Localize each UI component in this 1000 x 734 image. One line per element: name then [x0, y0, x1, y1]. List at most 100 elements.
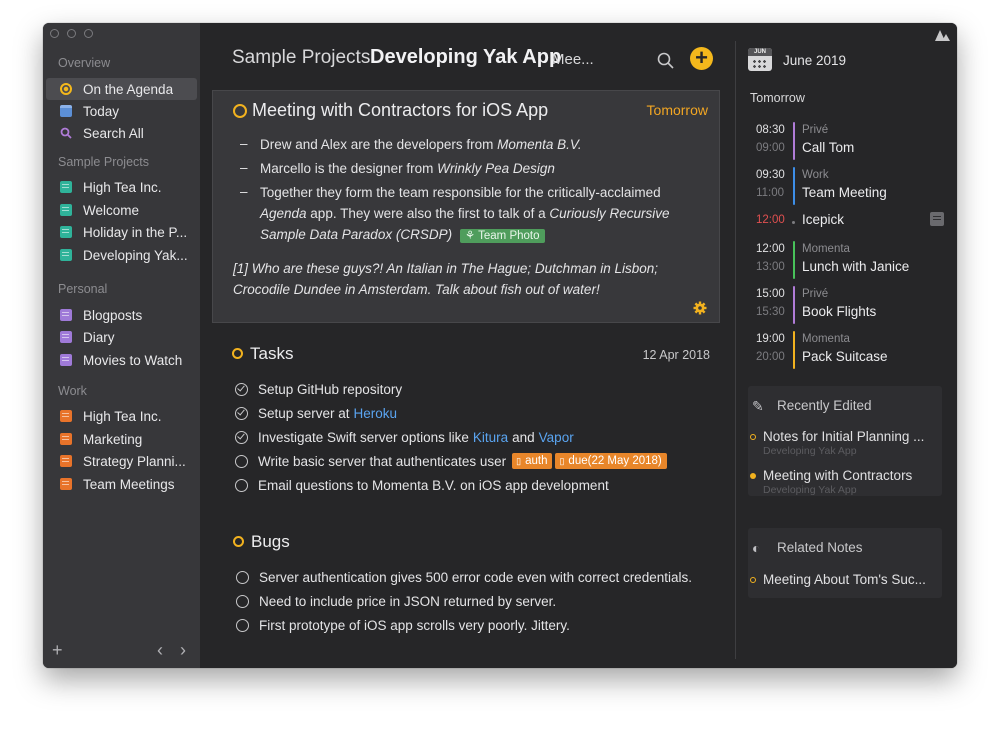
breadcrumb-project[interactable]: Sample Projects	[232, 47, 370, 69]
sidebar-item-label: On the Agenda	[83, 81, 174, 97]
recent-note-subtitle: Developing Yak App	[763, 445, 857, 457]
notebook-icon	[60, 181, 72, 193]
breadcrumb-more[interactable]: Mee...	[552, 51, 594, 68]
note-status-icon[interactable]	[233, 104, 247, 118]
sidebar-item-label: Diary	[83, 329, 115, 345]
search-icon[interactable]	[656, 51, 676, 71]
task-checkbox[interactable]	[236, 594, 249, 608]
task-item: Setup server at Heroku	[235, 403, 401, 423]
sidebar-item-diary[interactable]: Diary	[46, 326, 197, 348]
close-window-button[interactable]	[50, 29, 59, 38]
sidebar-section-personal: Personal	[58, 282, 108, 296]
notebook-icon	[60, 204, 72, 216]
page-title: Developing Yak App	[370, 46, 562, 68]
task-item: Email questions to Momenta B.V. on iOS a…	[235, 475, 609, 495]
notebook-icon	[60, 455, 72, 467]
gear-icon[interactable]	[693, 301, 707, 315]
sidebar-item-label: Team Meetings	[83, 476, 175, 492]
notebook-icon	[60, 309, 72, 321]
vapor-link[interactable]: Vapor	[539, 430, 574, 445]
task-checkbox[interactable]	[236, 618, 249, 632]
search-icon	[60, 127, 72, 139]
sidebar-item-blogposts[interactable]: Blogposts	[46, 304, 197, 326]
forward-icon[interactable]: ›	[180, 640, 186, 661]
tasks-date[interactable]: 12 Apr 2018	[643, 348, 710, 362]
sidebar-item-holiday[interactable]: Holiday in the P...	[46, 221, 197, 243]
task-checkbox[interactable]	[236, 570, 249, 584]
bugs-status-icon[interactable]	[233, 536, 244, 547]
sidebar-item-team-meetings[interactable]: Team Meetings	[46, 473, 197, 495]
agenda-icon	[60, 83, 72, 95]
agenda-panel: JUN June 2019 Tomorrow 08:30 09:00 Privé…	[736, 23, 957, 668]
task-checkbox[interactable]	[235, 382, 248, 396]
task-item: Investigate Swift server options like Kit…	[235, 427, 578, 447]
task-checkbox[interactable]	[235, 478, 248, 492]
sidebar-item-label: Marketing	[83, 431, 143, 447]
sidebar-item-welcome[interactable]: Welcome	[46, 199, 197, 221]
task-checkbox[interactable]	[235, 406, 248, 420]
kitura-link[interactable]: Kitura	[473, 430, 508, 445]
agenda-event[interactable]: 15:00 15:30 Privé Book Flights	[736, 284, 957, 324]
edit-icon: ✎	[752, 398, 764, 414]
team-photo-attachment[interactable]: ⚘ Team Photo	[459, 229, 545, 243]
sidebar-section-sample-projects: Sample Projects	[58, 155, 150, 169]
agenda-event[interactable]: 12:00 Icepick	[736, 209, 957, 233]
agenda-event[interactable]: 12:00 13:00 Momenta Lunch with Janice	[736, 239, 957, 279]
calendar-icon[interactable]: JUN	[748, 48, 772, 71]
bullet-marker: –	[240, 136, 248, 151]
sidebar-item-developing-yak[interactable]: Developing Yak...	[46, 244, 197, 266]
tag-auth[interactable]: ▯ auth	[512, 453, 553, 469]
sidebar-item-work-high-tea[interactable]: High Tea Inc.	[46, 405, 197, 427]
notebook-icon	[60, 226, 72, 238]
sidebar-item-strategy[interactable]: Strategy Planni...	[46, 450, 197, 472]
sidebar-section-overview: Overview	[58, 56, 111, 70]
agenda-event[interactable]: 19:00 20:00 Momenta Pack Suitcase	[736, 329, 957, 369]
task-checkbox[interactable]	[235, 430, 248, 444]
sidebar-item-search-all[interactable]: Search All	[46, 122, 197, 144]
agenda-event[interactable]: 08:30 09:00 Privé Call Tom	[736, 120, 957, 160]
bullet-text: Marcello is the designer from Wrinkly Pe…	[260, 161, 555, 176]
bullet-text: Together they form the team responsible …	[260, 185, 670, 243]
notebook-icon	[60, 249, 72, 261]
sidebar-item-high-tea[interactable]: High Tea Inc.	[46, 176, 197, 198]
bullet-marker: –	[240, 160, 248, 175]
sidebar-item-movies[interactable]: Movies to Watch	[46, 349, 197, 371]
notebook-icon	[60, 331, 72, 343]
heroku-link[interactable]: Heroku	[354, 406, 398, 421]
note-icon[interactable]	[930, 212, 944, 226]
sidebar-item-on-the-agenda[interactable]: On the Agenda	[46, 78, 197, 100]
sidebar-section-work: Work	[58, 384, 87, 398]
main-content: Sample Projects Developing Yak App Mee..…	[200, 23, 735, 668]
bug-item: Need to include price in JSON returned b…	[236, 591, 556, 611]
related-notes-panel: ◐ Related Notes Meeting About Tom's Suc.…	[748, 528, 942, 598]
notebook-icon	[60, 410, 72, 422]
sidebar-item-today[interactable]: Today	[46, 100, 197, 122]
bug-item: Server authentication gives 500 error co…	[236, 567, 692, 587]
task-checkbox[interactable]	[235, 454, 248, 468]
sidebar-item-label: Developing Yak...	[83, 247, 188, 263]
back-icon[interactable]: ‹	[157, 640, 163, 661]
sidebar-item-label: Blogposts	[83, 307, 143, 323]
bullet-marker: –	[240, 184, 248, 199]
sidebar-item-label: Strategy Planni...	[83, 453, 186, 469]
calendar-month[interactable]: June 2019	[783, 53, 846, 68]
bug-item: First prototype of iOS app scrolls very …	[236, 615, 570, 635]
sidebar-item-marketing[interactable]: Marketing	[46, 428, 197, 450]
toggle-panel-icon[interactable]	[935, 28, 950, 41]
tag-due[interactable]: ▯ due(22 May 2018)	[555, 453, 667, 469]
task-item: Setup GitHub repository	[235, 379, 402, 399]
minimize-window-button[interactable]	[67, 29, 76, 38]
zoom-window-button[interactable]	[84, 29, 93, 38]
recently-edited-panel: ✎ Recently Edited Notes for Initial Plan…	[748, 386, 942, 496]
recent-note-item[interactable]: Notes for Initial Planning ...	[750, 429, 924, 444]
meeting-date[interactable]: Tomorrow	[647, 102, 708, 118]
meeting-title: Meeting with Contractors for iOS App	[252, 100, 549, 120]
agenda-event[interactable]: 09:30 11:00 Work Team Meeting	[736, 165, 957, 205]
recent-note-item[interactable]: Meeting with Contractors	[750, 468, 912, 483]
add-note-button[interactable]: +	[690, 47, 713, 70]
add-notebook-button[interactable]: +	[52, 640, 63, 661]
related-note-item[interactable]: Meeting About Tom's Suc...	[750, 572, 926, 587]
meeting-note-card[interactable]: Meeting with Contractors for iOS App Tom…	[212, 90, 720, 323]
tasks-status-icon[interactable]	[232, 348, 243, 359]
notebook-icon	[60, 478, 72, 490]
